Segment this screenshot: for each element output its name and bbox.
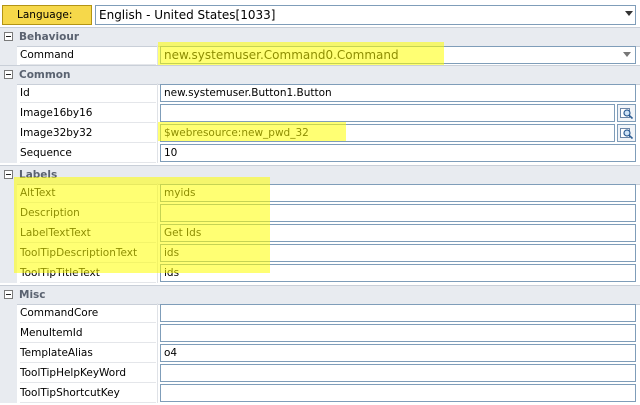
- property-row-tooltipshortcutkey: ToolTipShortcutKey: [0, 383, 640, 403]
- property-label-id: Id: [20, 83, 156, 103]
- property-label-menuitemid: MenuItemId: [20, 323, 156, 343]
- property-label-image32by32: Image32by32: [20, 123, 156, 143]
- column-divider: [157, 203, 158, 223]
- tooltipshortcutkey-field[interactable]: [160, 384, 636, 402]
- column-divider: [157, 343, 158, 363]
- collapse-minus-icon[interactable]: [4, 32, 13, 41]
- section-misc: Misc: [0, 285, 640, 305]
- property-row-command: Command new.systemuser.Command0.Command: [0, 45, 640, 65]
- section-behaviour: Behaviour: [0, 27, 640, 47]
- property-label-command: Command: [20, 45, 156, 65]
- property-row-tooltipdescriptiontext: ToolTipDescriptionText ids: [0, 243, 640, 263]
- tooltiphelpkeyword-field[interactable]: [160, 364, 636, 382]
- row-gutter: [0, 183, 17, 203]
- language-select-value: English - United States[1033]: [99, 8, 276, 22]
- property-label-templatealias: TemplateAlias: [20, 343, 156, 363]
- image32by32-browse-button[interactable]: [617, 124, 636, 142]
- row-gutter: [0, 323, 17, 343]
- property-row-image16by16: Image16by16: [0, 103, 640, 123]
- collapse-minus-icon[interactable]: [4, 290, 13, 299]
- templatealias-field[interactable]: o4: [160, 344, 636, 362]
- property-label-tooltipdescriptiontext: ToolTipDescriptionText: [20, 243, 156, 263]
- chevron-down-icon[interactable]: [623, 52, 631, 57]
- row-gutter: [0, 243, 17, 263]
- property-row-menuitemid: MenuItemId: [0, 323, 640, 343]
- section-title-misc: Misc: [19, 289, 46, 301]
- row-gutter: [0, 263, 17, 283]
- row-gutter: [0, 363, 17, 383]
- property-label-tooltiptitletext: ToolTipTitleText: [20, 263, 156, 283]
- column-divider: [157, 103, 158, 123]
- property-label-labeltexttext: LabelTextText: [20, 223, 156, 243]
- browse-magnifier-icon: [620, 128, 634, 140]
- collapse-minus-icon[interactable]: [4, 170, 13, 179]
- tooltipdescriptiontext-field[interactable]: ids: [160, 244, 636, 262]
- property-row-labeltexttext: LabelTextText Get Ids: [0, 223, 640, 243]
- row-gutter: [0, 143, 17, 163]
- id-field[interactable]: new.systemuser.Button1.Button: [160, 84, 636, 102]
- labeltexttext-field[interactable]: Get Ids: [160, 224, 636, 242]
- row-gutter: [0, 303, 17, 323]
- column-divider: [157, 45, 158, 65]
- column-divider: [157, 143, 158, 163]
- image32by32-field[interactable]: $webresource:new_pwd_32: [160, 124, 615, 142]
- column-divider: [157, 263, 158, 283]
- row-gutter: [0, 83, 17, 103]
- column-divider: [157, 323, 158, 343]
- section-common: Common: [0, 65, 640, 85]
- property-label-description: Description: [20, 203, 156, 223]
- column-divider: [157, 123, 158, 143]
- language-label: Language:: [2, 5, 92, 25]
- column-divider: [157, 363, 158, 383]
- property-row-templatealias: TemplateAlias o4: [0, 343, 640, 363]
- sequence-field[interactable]: 10: [160, 144, 636, 162]
- property-label-tooltipshortcutkey: ToolTipShortcutKey: [20, 383, 156, 403]
- column-divider: [157, 223, 158, 243]
- property-row-tooltiptitletext: ToolTipTitleText ids: [0, 263, 640, 283]
- column-divider: [157, 303, 158, 323]
- property-grid: Language: English - United States[1033] …: [0, 0, 640, 405]
- property-label-alttext: AltText: [20, 183, 156, 203]
- row-gutter: [0, 203, 17, 223]
- column-divider: [157, 243, 158, 263]
- row-gutter: [0, 383, 17, 403]
- tooltiptitletext-field[interactable]: ids: [160, 264, 636, 282]
- property-row-sequence: Sequence 10: [0, 143, 640, 163]
- language-select[interactable]: English - United States[1033]: [95, 5, 636, 25]
- property-label-tooltiphelpkeyword: ToolTipHelpKeyWord: [20, 363, 156, 383]
- image16by16-browse-button[interactable]: [617, 104, 636, 122]
- image16by16-field[interactable]: [160, 104, 615, 122]
- property-label-commandcore: CommandCore: [20, 303, 156, 323]
- browse-magnifier-icon: [620, 108, 634, 120]
- section-title-behaviour: Behaviour: [19, 31, 79, 43]
- column-divider: [157, 383, 158, 403]
- description-field[interactable]: [160, 204, 636, 222]
- column-divider: [157, 83, 158, 103]
- property-row-alttext: AltText myids: [0, 183, 640, 203]
- commandcore-field[interactable]: [160, 304, 636, 322]
- row-gutter: [0, 45, 17, 65]
- row-gutter: [0, 223, 17, 243]
- property-label-image16by16: Image16by16: [20, 103, 156, 123]
- column-divider: [157, 183, 158, 203]
- language-row: Language: English - United States[1033]: [0, 4, 640, 26]
- section-title-common: Common: [19, 69, 71, 81]
- property-row-image32by32: Image32by32 $webresource:new_pwd_32: [0, 123, 640, 143]
- section-title-labels: Labels: [19, 169, 58, 181]
- menuitemid-field[interactable]: [160, 324, 636, 342]
- row-gutter: [0, 123, 17, 143]
- command-select-value: new.systemuser.Command0.Command: [164, 48, 399, 62]
- collapse-minus-icon[interactable]: [4, 70, 13, 79]
- section-labels: Labels: [0, 165, 640, 185]
- property-row-id: Id new.systemuser.Button1.Button: [0, 83, 640, 103]
- property-row-description: Description: [0, 203, 640, 223]
- property-row-tooltiphelpkeyword: ToolTipHelpKeyWord: [0, 363, 640, 383]
- row-gutter: [0, 343, 17, 363]
- command-select[interactable]: new.systemuser.Command0.Command: [160, 46, 636, 64]
- alttext-field[interactable]: myids: [160, 184, 636, 202]
- property-row-commandcore: CommandCore: [0, 303, 640, 323]
- property-label-sequence: Sequence: [20, 143, 156, 163]
- chevron-down-icon[interactable]: [625, 11, 633, 16]
- row-gutter: [0, 103, 17, 123]
